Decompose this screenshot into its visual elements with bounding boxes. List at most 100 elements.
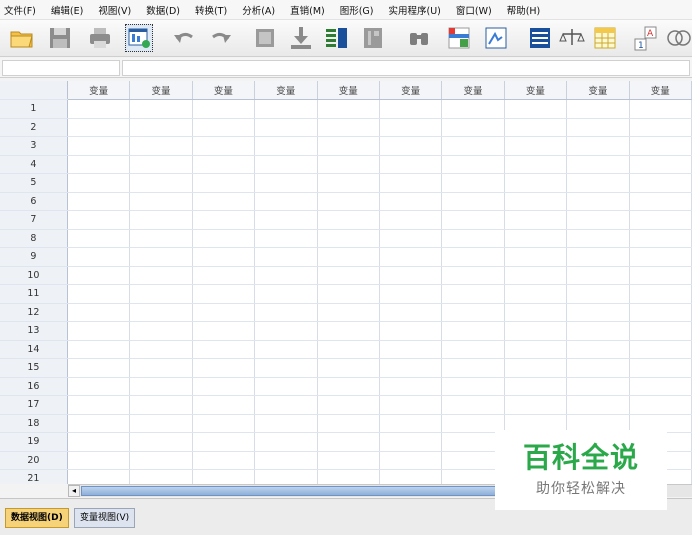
data-cell[interactable] bbox=[254, 395, 318, 415]
data-cell[interactable] bbox=[441, 118, 505, 137]
data-cell[interactable] bbox=[129, 192, 193, 211]
data-cell[interactable] bbox=[629, 118, 692, 137]
column-header[interactable]: 变量 bbox=[67, 81, 131, 100]
row-header[interactable]: 2 bbox=[0, 118, 68, 137]
data-cell[interactable] bbox=[129, 303, 193, 322]
data-cell[interactable] bbox=[129, 432, 193, 452]
data-cell[interactable] bbox=[629, 395, 692, 415]
data-cell[interactable] bbox=[317, 469, 380, 484]
row-header[interactable]: 1 bbox=[0, 99, 68, 119]
data-cell[interactable] bbox=[129, 451, 193, 470]
insert-cases-icon[interactable] bbox=[445, 24, 473, 52]
data-cell[interactable] bbox=[379, 395, 443, 415]
scroll-left-button[interactable]: ◂ bbox=[68, 485, 80, 497]
data-cell[interactable] bbox=[317, 321, 380, 341]
column-header[interactable]: 变量 bbox=[254, 81, 318, 100]
data-cell[interactable] bbox=[192, 266, 256, 285]
data-cell[interactable] bbox=[566, 155, 630, 174]
data-cell[interactable] bbox=[629, 377, 692, 396]
data-cell[interactable] bbox=[504, 118, 568, 137]
data-cell[interactable] bbox=[629, 210, 692, 230]
data-cell[interactable] bbox=[192, 118, 256, 137]
data-cell[interactable] bbox=[629, 303, 692, 322]
data-cell[interactable] bbox=[566, 118, 630, 137]
data-cell[interactable] bbox=[317, 340, 380, 359]
data-cell[interactable] bbox=[129, 173, 193, 193]
data-cell[interactable] bbox=[504, 210, 568, 230]
data-cell[interactable] bbox=[566, 340, 630, 359]
data-cell[interactable] bbox=[192, 303, 256, 322]
column-header[interactable]: 变量 bbox=[192, 81, 256, 100]
data-cell[interactable] bbox=[317, 229, 380, 248]
row-header[interactable]: 13 bbox=[0, 321, 68, 341]
data-cell[interactable] bbox=[441, 155, 505, 174]
row-header[interactable]: 9 bbox=[0, 247, 68, 267]
data-cell[interactable] bbox=[317, 155, 380, 174]
data-cell[interactable] bbox=[254, 432, 318, 452]
row-header[interactable]: 16 bbox=[0, 377, 68, 396]
data-cell[interactable] bbox=[254, 118, 318, 137]
menu-data[interactable]: 数据(D) bbox=[142, 3, 184, 17]
data-cell[interactable] bbox=[67, 284, 131, 304]
data-cell[interactable] bbox=[504, 229, 568, 248]
data-cell[interactable] bbox=[192, 469, 256, 484]
data-cell[interactable] bbox=[192, 451, 256, 470]
data-cell[interactable] bbox=[129, 247, 193, 267]
data-cell[interactable] bbox=[254, 210, 318, 230]
data-cell[interactable] bbox=[254, 469, 318, 484]
data-cell[interactable] bbox=[504, 377, 568, 396]
data-cell[interactable] bbox=[379, 432, 443, 452]
data-cell[interactable] bbox=[504, 155, 568, 174]
data-cell[interactable] bbox=[192, 340, 256, 359]
data-cell[interactable] bbox=[129, 266, 193, 285]
data-cell[interactable] bbox=[317, 284, 380, 304]
data-cell[interactable] bbox=[317, 210, 380, 230]
data-cell[interactable] bbox=[67, 432, 131, 452]
data-cell[interactable] bbox=[129, 155, 193, 174]
row-header[interactable]: 4 bbox=[0, 155, 68, 174]
menu-transform[interactable]: 转换(T) bbox=[191, 3, 231, 17]
scroll-thumb[interactable] bbox=[81, 486, 501, 496]
cell-reference-field[interactable] bbox=[2, 60, 120, 76]
data-cell[interactable] bbox=[129, 321, 193, 341]
data-cell[interactable] bbox=[566, 136, 630, 156]
row-header[interactable]: 21 bbox=[0, 469, 68, 484]
data-cell[interactable] bbox=[379, 284, 443, 304]
column-header[interactable]: 变量 bbox=[441, 81, 505, 100]
row-header[interactable]: 15 bbox=[0, 358, 68, 378]
print-icon[interactable] bbox=[86, 24, 114, 52]
data-cell[interactable] bbox=[441, 173, 505, 193]
data-cell[interactable] bbox=[441, 340, 505, 359]
data-cell[interactable] bbox=[379, 99, 443, 119]
data-cell[interactable] bbox=[254, 229, 318, 248]
data-cell[interactable] bbox=[317, 266, 380, 285]
data-cell[interactable] bbox=[566, 358, 630, 378]
data-cell[interactable] bbox=[317, 247, 380, 267]
data-cell[interactable] bbox=[192, 247, 256, 267]
data-cell[interactable] bbox=[317, 432, 380, 452]
menu-graphs[interactable]: 图形(G) bbox=[336, 3, 378, 17]
data-cell[interactable] bbox=[317, 136, 380, 156]
data-cell[interactable] bbox=[379, 247, 443, 267]
data-cell[interactable] bbox=[566, 229, 630, 248]
data-cell[interactable] bbox=[67, 192, 131, 211]
data-cell[interactable] bbox=[317, 173, 380, 193]
recall-dialog-icon[interactable] bbox=[125, 24, 153, 52]
data-cell[interactable] bbox=[192, 321, 256, 341]
data-cell[interactable] bbox=[379, 303, 443, 322]
data-cell[interactable] bbox=[629, 155, 692, 174]
data-cell[interactable] bbox=[129, 229, 193, 248]
data-cell[interactable] bbox=[129, 340, 193, 359]
row-header[interactable]: 3 bbox=[0, 136, 68, 156]
data-cell[interactable] bbox=[192, 229, 256, 248]
data-cell[interactable] bbox=[379, 377, 443, 396]
data-cell[interactable] bbox=[379, 155, 443, 174]
data-cell[interactable] bbox=[441, 321, 505, 341]
data-cell[interactable] bbox=[629, 358, 692, 378]
data-cell[interactable] bbox=[254, 247, 318, 267]
data-cell[interactable] bbox=[441, 266, 505, 285]
column-header[interactable]: 变量 bbox=[317, 81, 380, 100]
data-cell[interactable] bbox=[254, 99, 318, 119]
row-header[interactable]: 19 bbox=[0, 432, 68, 452]
data-cell[interactable] bbox=[67, 155, 131, 174]
